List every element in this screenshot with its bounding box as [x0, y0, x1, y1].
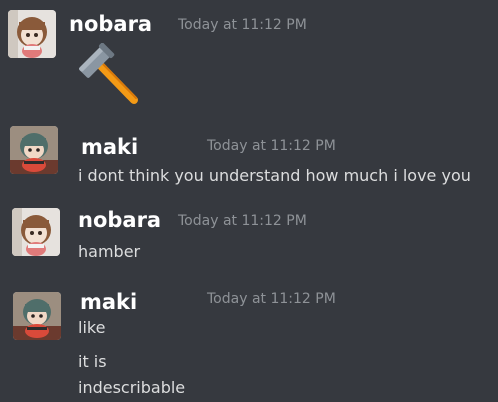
author-name[interactable]: maki [80, 292, 137, 313]
message-group: maki Today at 11:12 PM i dont think you … [0, 110, 498, 200]
message-text: i dont think you understand how much i l… [78, 166, 471, 185]
message-text: hamber [78, 242, 141, 261]
message-text: it is [78, 352, 107, 371]
nobara-plush-avatar[interactable] [12, 208, 60, 256]
maki-plush-avatar[interactable] [13, 292, 61, 340]
message-group: maki Today at 11:12 PM like it is indesc… [0, 282, 498, 402]
message-text: like [78, 318, 106, 337]
timestamp: Today at 11:12 PM [207, 291, 336, 307]
message-group: nobara Today at 11:12 PM [0, 0, 498, 110]
author-name[interactable]: nobara [78, 210, 161, 231]
timestamp: Today at 11:12 PM [178, 213, 307, 229]
message-group: nobara Today at 11:12 PM hamber [0, 200, 498, 282]
hammer-emoji [79, 43, 138, 104]
author-name[interactable]: nobara [69, 14, 152, 35]
timestamp: Today at 11:12 PM [178, 17, 307, 33]
timestamp: Today at 11:12 PM [207, 138, 336, 154]
author-name[interactable]: maki [81, 137, 138, 158]
nobara-plush-avatar[interactable] [8, 10, 56, 58]
maki-plush-avatar[interactable] [10, 126, 58, 174]
message-text: indescribable [78, 378, 186, 397]
